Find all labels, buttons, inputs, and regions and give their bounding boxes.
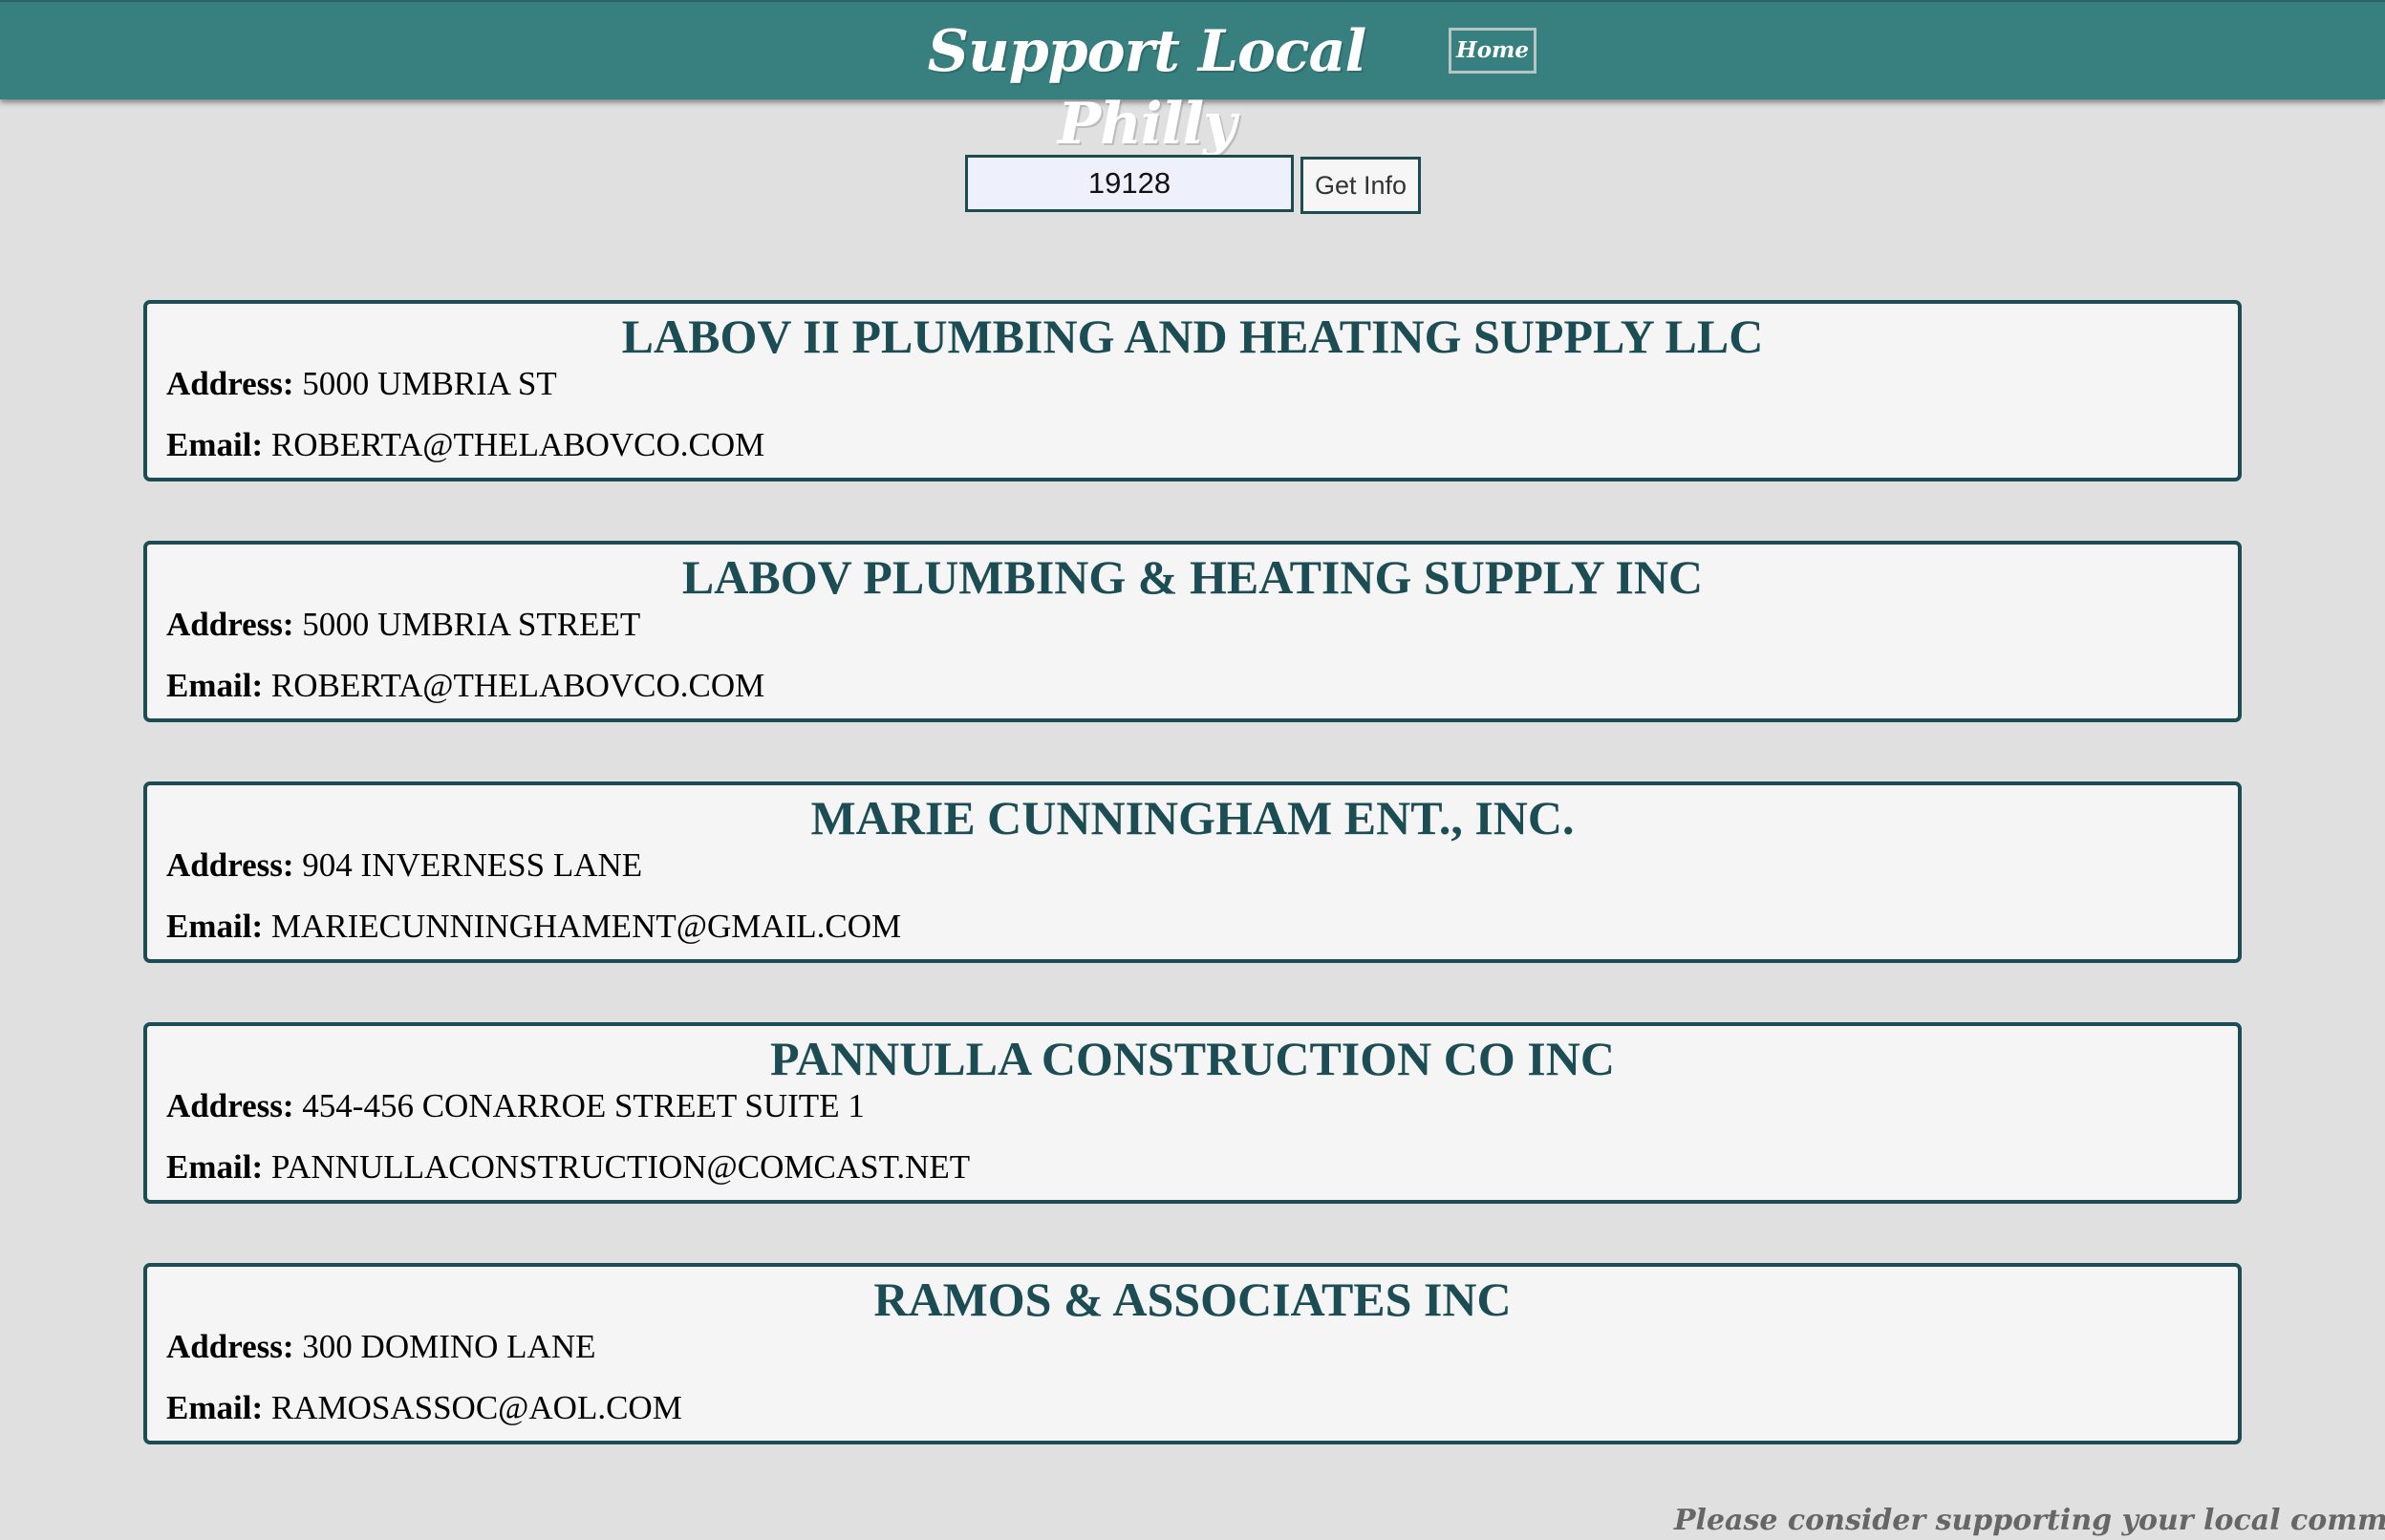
address-label: Address: <box>166 846 294 884</box>
business-address: Address: 5000 UMBRIA ST <box>166 363 557 405</box>
business-name: LABOV II PLUMBING AND HEATING SUPPLY LLC <box>621 310 1764 363</box>
business-email: Email: PANNULLACONSTRUCTION@COMCAST.NET <box>166 1146 970 1188</box>
email-label: Email: <box>166 667 264 704</box>
business-address: Address: 454-456 CONARROE STREET SUITE 1 <box>166 1085 865 1127</box>
business-card: RAMOS & ASSOCIATES INC Address: 300 DOMI… <box>143 1263 2242 1444</box>
business-card: LABOV II PLUMBING AND HEATING SUPPLY LLC… <box>143 300 2242 481</box>
address-label: Address: <box>166 1087 294 1124</box>
zip-code-input[interactable] <box>965 155 1294 212</box>
address-label: Address: <box>166 1328 294 1365</box>
business-card: LABOV PLUMBING & HEATING SUPPLY INC Addr… <box>143 541 2242 722</box>
home-button[interactable]: Home <box>1449 28 1536 74</box>
email-label: Email: <box>166 1389 264 1426</box>
email-label: Email: <box>166 1148 264 1186</box>
address-value: 300 DOMINO LANE <box>302 1328 596 1365</box>
email-value: RAMOSASSOC@AOL.COM <box>270 1389 682 1426</box>
get-info-button[interactable]: Get Info <box>1300 157 1421 214</box>
address-label: Address: <box>166 606 294 643</box>
email-label: Email: <box>166 908 264 945</box>
business-address: Address: 5000 UMBRIA STREET <box>166 604 640 646</box>
business-name: MARIE CUNNINGHAM ENT., INC. <box>810 791 1575 845</box>
business-name: RAMOS & ASSOCIATES INC <box>873 1273 1512 1326</box>
email-value: ROBERTA@THELABOVCO.COM <box>270 667 765 704</box>
business-address: Address: 300 DOMINO LANE <box>166 1326 596 1368</box>
address-value: 5000 UMBRIA STREET <box>302 606 641 643</box>
footer-note: Please consider supporting your local co… <box>1674 1504 2385 1537</box>
address-value: 454-456 CONARROE STREET SUITE 1 <box>302 1087 865 1124</box>
email-value: PANNULLACONSTRUCTION@COMCAST.NET <box>270 1148 971 1186</box>
business-email: Email: ROBERTA@THELABOVCO.COM <box>166 424 764 466</box>
site-title: Support Local Philly <box>927 18 1367 158</box>
address-value: 904 INVERNESS LANE <box>302 846 643 884</box>
business-name: PANNULLA CONSTRUCTION CO INC <box>770 1032 1615 1085</box>
email-value: ROBERTA@THELABOVCO.COM <box>270 426 765 463</box>
email-value: MARIECUNNINGHAMENT@GMAIL.COM <box>270 908 902 945</box>
site-header: Support Local Philly Home <box>0 0 2385 158</box>
email-label: Email: <box>166 426 264 463</box>
address-value: 5000 UMBRIA ST <box>302 365 557 402</box>
business-card: MARIE CUNNINGHAM ENT., INC. Address: 904… <box>143 781 2242 963</box>
business-name: LABOV PLUMBING & HEATING SUPPLY INC <box>681 550 1704 604</box>
business-address: Address: 904 INVERNESS LANE <box>166 845 642 887</box>
address-label: Address: <box>166 365 294 402</box>
business-email: Email: RAMOSASSOC@AOL.COM <box>166 1387 682 1429</box>
business-card: PANNULLA CONSTRUCTION CO INC Address: 45… <box>143 1022 2242 1204</box>
business-email: Email: ROBERTA@THELABOVCO.COM <box>166 665 764 707</box>
business-email: Email: MARIECUNNINGHAMENT@GMAIL.COM <box>166 906 901 948</box>
